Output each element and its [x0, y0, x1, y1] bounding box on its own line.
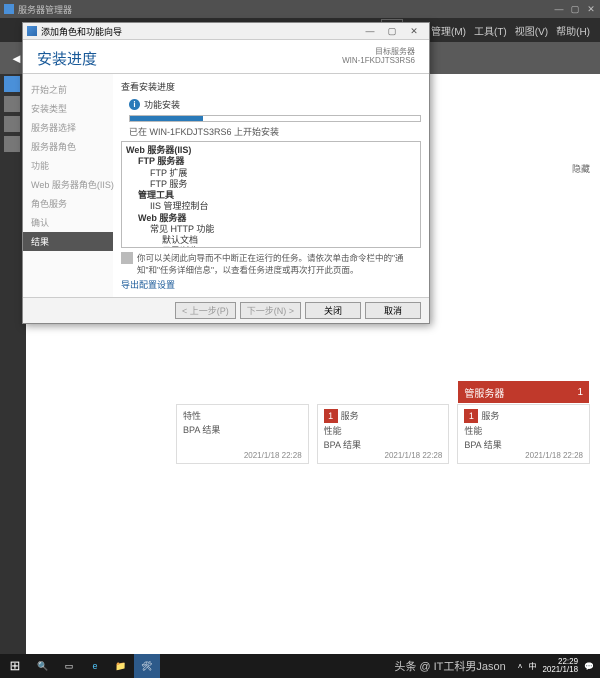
progress-fill — [130, 116, 203, 121]
info-icon: i — [129, 99, 140, 110]
app-icon — [4, 4, 14, 14]
tray-notification-icon[interactable]: 💬 — [584, 662, 594, 671]
nav-features: 功能 — [23, 156, 113, 175]
outer-titlebar: 服务器管理器 — ▢ ✕ — [0, 0, 600, 18]
nav-web-role: Web 服务器角色(IIS) — [23, 175, 113, 194]
card-header: 管服务器 1 — [458, 381, 589, 403]
back-icon[interactable]: ◄ — [10, 51, 23, 66]
card-1[interactable]: 特性 BPA 结果 2021/1/18 22:28 — [176, 404, 309, 464]
section-label: 查看安装进度 — [121, 80, 421, 93]
card-services3: 服务 — [481, 411, 499, 421]
card-performance3: 性能 — [464, 424, 583, 437]
nav-server-select: 服务器选择 — [23, 118, 113, 137]
sidebar-all-icon[interactable] — [4, 116, 20, 132]
dialog-minimize-icon[interactable]: — — [359, 26, 381, 36]
card-bpa: BPA 结果 — [183, 425, 220, 435]
dialog-header: 安装进度 目标服务器 WIN-1FKDJTS3RS6 — [23, 40, 429, 74]
nav-server-roles: 服务器角色 — [23, 137, 113, 156]
card-header-count: 1 — [577, 387, 583, 398]
page-title: 安装进度 — [37, 48, 97, 69]
menu-tools[interactable]: 工具(T) — [470, 23, 511, 38]
sidebar-local-icon[interactable] — [4, 96, 20, 112]
card-services: 服务 — [341, 411, 359, 421]
wizard-icon — [27, 26, 37, 36]
next-button: 下一步(N) > — [240, 302, 301, 319]
close-button[interactable]: 关闭 — [305, 302, 361, 319]
nav-before: 开始之前 — [23, 80, 113, 99]
target-server-block: 目标服务器 WIN-1FKDJTS3RS6 — [342, 48, 415, 66]
cancel-button[interactable]: 取消 — [365, 302, 421, 319]
card-bpa2: BPA 结果 — [324, 438, 443, 451]
wizard-dialog: 添加角色和功能向导 — ▢ ✕ 安装进度 目标服务器 WIN-1FKDJTS3R… — [22, 22, 430, 324]
feat-mgmt-tools: 管理工具 — [138, 190, 416, 201]
explorer-icon[interactable]: 📁 — [108, 654, 134, 678]
feat-ftp-server: FTP 服务器 — [138, 156, 416, 167]
wizard-main: 查看安装进度 i 功能安装 已在 WIN-1FKDJTS3RS6 上开始安装 W… — [113, 74, 429, 297]
system-tray[interactable]: ˄ 中 22:29 2021/1/18 💬 — [512, 658, 600, 674]
feat-common-http: 常见 HTTP 功能 — [150, 224, 416, 235]
card-3[interactable]: 管服务器 1 1服务 性能 BPA 结果 2021/1/18 22:28 — [457, 404, 590, 464]
note-text: 你可以关闭此向导而不中断正在运行的任务。请依次单击命令栏中的"通知"和"任务详细… — [137, 252, 421, 276]
feat-ftp-ext: FTP 扩展 — [150, 168, 416, 179]
card-date2: 2021/1/18 22:28 — [385, 451, 443, 460]
card-date: 2021/1/18 22:28 — [244, 451, 302, 460]
hide-link[interactable]: 隐藏 — [572, 162, 590, 175]
sidebar-role-icon[interactable] — [4, 136, 20, 152]
sidebar-dashboard-icon[interactable] — [4, 76, 20, 92]
menu-help[interactable]: 帮助(H) — [552, 23, 594, 38]
start-button[interactable]: ⊞ — [0, 654, 30, 678]
export-link[interactable]: 导出配置设置 — [121, 278, 421, 291]
dialog-titlebar: 添加角色和功能向导 — ▢ ✕ — [23, 23, 429, 40]
close-icon[interactable]: ✕ — [586, 4, 596, 15]
tray-ime-icon[interactable]: 中 — [528, 661, 536, 672]
status-text: 功能安装 — [144, 98, 180, 111]
feat-dir-browse: 目录浏览 — [162, 246, 416, 248]
nav-role-services: 角色服务 — [23, 194, 113, 213]
card-performance: 性能 — [324, 424, 443, 437]
maximize-icon[interactable]: ▢ — [570, 4, 580, 15]
server-manager-taskbar-icon[interactable]: 🛠 — [134, 654, 160, 678]
note-row: 你可以关闭此向导而不中断正在运行的任务。请依次单击命令栏中的"通知"和"任务详细… — [121, 252, 421, 276]
ie-icon[interactable]: e — [82, 654, 108, 678]
feat-root: Web 服务器(IIS) — [126, 145, 416, 156]
role-cards: 特性 BPA 结果 2021/1/18 22:28 1服务 性能 BPA 结果 … — [176, 404, 590, 464]
prev-button: < 上一步(P) — [175, 302, 236, 319]
nav-type: 安装类型 — [23, 99, 113, 118]
feature-list[interactable]: Web 服务器(IIS) FTP 服务器 FTP 扩展 FTP 服务 管理工具 … — [121, 141, 421, 248]
badge-icon: 1 — [464, 409, 478, 423]
tray-chevron-icon[interactable]: ˄ — [518, 662, 523, 671]
dialog-title-text: 添加角色和功能向导 — [41, 25, 122, 38]
dialog-maximize-icon[interactable]: ▢ — [381, 26, 403, 37]
progress-bar — [129, 115, 421, 122]
sub-status: 已在 WIN-1FKDJTS3RS6 上开始安装 — [129, 125, 421, 138]
task-view-icon[interactable]: ▭ — [56, 654, 82, 678]
feat-ftp-svc: FTP 服务 — [150, 179, 416, 190]
note-icon — [121, 252, 133, 264]
feat-iis-console: IIS 管理控制台 — [150, 201, 416, 212]
menu-view[interactable]: 视图(V) — [511, 23, 552, 38]
card-2[interactable]: 1服务 性能 BPA 结果 2021/1/18 22:28 — [317, 404, 450, 464]
nav-results[interactable]: 结果 — [23, 232, 113, 251]
card-properties: 特性 — [183, 409, 302, 422]
feat-web-server: Web 服务器 — [138, 213, 416, 224]
nav-confirm: 确认 — [23, 213, 113, 232]
dialog-close-icon[interactable]: ✕ — [403, 26, 425, 37]
search-icon[interactable]: 🔍 — [30, 654, 56, 678]
taskbar: ⊞ 🔍 ▭ e 📁 🛠 头条 @ IT工科男Jason ˄ 中 22:29 20… — [0, 654, 600, 678]
feat-default-doc: 默认文档 — [162, 235, 416, 246]
badge-icon: 1 — [324, 409, 338, 423]
card-bpa3: BPA 结果 — [464, 438, 583, 451]
target-server: WIN-1FKDJTS3RS6 — [342, 57, 415, 66]
dialog-footer: < 上一步(P) 下一步(N) > 关闭 取消 — [23, 297, 429, 323]
watermark-text: 头条 @ IT工科男Jason — [394, 658, 505, 674]
menu-manage[interactable]: 管理(M) — [427, 23, 470, 38]
minimize-icon[interactable]: — — [554, 4, 564, 15]
tray-date: 2021/1/18 — [542, 666, 578, 674]
card-header-title: 管服务器 — [464, 385, 504, 400]
wizard-nav: 开始之前 安装类型 服务器选择 服务器角色 功能 Web 服务器角色(IIS) … — [23, 74, 113, 297]
outer-title: 服务器管理器 — [18, 3, 72, 16]
card-date3: 2021/1/18 22:28 — [525, 451, 583, 460]
